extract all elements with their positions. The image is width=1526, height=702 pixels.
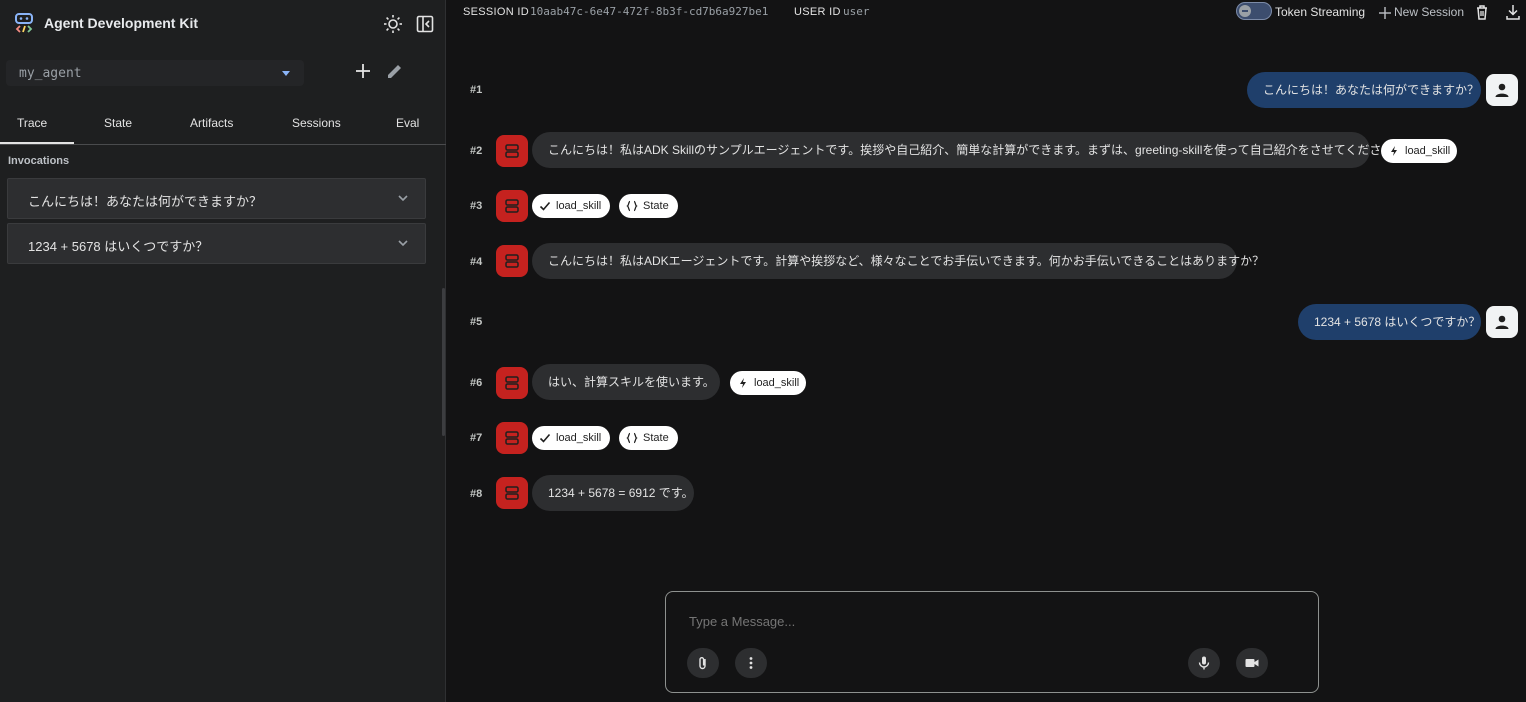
bot-avatar xyxy=(496,367,528,399)
chip-label: load_skill xyxy=(556,432,602,444)
person-icon xyxy=(1495,83,1509,97)
message-number: #2 xyxy=(470,145,483,157)
session-id-label: SESSION ID xyxy=(463,6,529,18)
bot-message-bubble: 1234 + 5678 = 6912 です。 xyxy=(532,475,694,511)
user-avatar xyxy=(1486,74,1518,106)
panel-icon[interactable] xyxy=(415,14,435,34)
robot-icon xyxy=(505,486,519,500)
more-vert-icon xyxy=(749,657,753,669)
invocation-text: こんにちは！あなたは何ができますか？ xyxy=(28,194,263,209)
tab-state[interactable]: State xyxy=(104,116,132,130)
bot-avatar xyxy=(496,135,528,167)
agent-select[interactable]: my_agent xyxy=(6,60,304,86)
plus-icon[interactable] xyxy=(1376,4,1394,22)
bot-avatar xyxy=(496,190,528,222)
bot-avatar xyxy=(496,477,528,509)
braces-icon xyxy=(626,200,638,212)
video-icon xyxy=(1245,659,1259,667)
robot-icon xyxy=(505,199,519,213)
state-chip[interactable]: State xyxy=(619,194,678,218)
message-number: #3 xyxy=(470,200,483,212)
robot-icon xyxy=(505,431,519,445)
user-id-value: user xyxy=(843,5,870,18)
download-icon[interactable] xyxy=(1504,3,1522,21)
tab-artifacts[interactable]: Artifacts xyxy=(190,116,233,130)
person-icon xyxy=(1495,315,1509,329)
chip-label: State xyxy=(643,200,669,212)
bot-message-bubble: こんにちは！私はADK Skillのサンプルエージェントです。挨拶や自己紹介、簡… xyxy=(532,132,1405,168)
tab-eval[interactable]: Eval xyxy=(396,116,419,130)
chip-label: load_skill xyxy=(1405,145,1451,157)
message-number: #1 xyxy=(470,84,483,96)
paperclip-icon xyxy=(699,657,706,670)
agent-select-value: my_agent xyxy=(19,66,82,81)
message-number: #7 xyxy=(470,432,483,444)
tab-trace[interactable]: Trace xyxy=(17,116,47,130)
microphone-button[interactable] xyxy=(1188,648,1220,678)
robot-icon xyxy=(505,254,519,268)
message-number: #6 xyxy=(470,377,483,389)
message-number: #8 xyxy=(470,488,483,500)
trash-icon[interactable] xyxy=(1473,3,1491,21)
app-title: Agent Development Kit xyxy=(44,15,199,31)
bolt-icon xyxy=(740,378,746,388)
pencil-icon[interactable] xyxy=(384,60,406,82)
load-skill-chip[interactable]: load_skill xyxy=(1381,139,1457,163)
braces-icon xyxy=(626,432,638,444)
bot-avatar xyxy=(496,245,528,277)
chip-label: load_skill xyxy=(556,200,602,212)
chip-label: load_skill xyxy=(754,377,800,389)
active-tab-indicator xyxy=(0,142,74,144)
new-session-button[interactable]: New Session xyxy=(1394,5,1464,19)
dropdown-caret-icon xyxy=(282,71,290,76)
load-skill-result-chip[interactable]: load_skill xyxy=(532,426,610,450)
token-streaming-toggle[interactable] xyxy=(1236,2,1272,20)
attach-button[interactable] xyxy=(687,648,719,678)
mic-icon xyxy=(1198,656,1210,670)
robot-icon xyxy=(505,376,519,390)
state-chip[interactable]: State xyxy=(619,426,678,450)
bolt-icon xyxy=(1391,146,1397,156)
bot-avatar xyxy=(496,422,528,454)
toggle-knob xyxy=(1239,5,1251,17)
invocation-item[interactable]: 1234 + 5678 はいくつですか？ xyxy=(7,223,426,264)
message-number: #5 xyxy=(470,316,483,328)
user-message-bubble: 1234 + 5678 はいくつですか？ xyxy=(1298,304,1481,340)
chevron-down-icon xyxy=(398,195,408,202)
user-message-bubble: こんにちは！あなたは何ができますか？ xyxy=(1247,72,1481,108)
sun-icon[interactable] xyxy=(383,14,403,34)
session-id-value: 10aab47c-6e47-472f-8b3f-cd7b6a927be1 xyxy=(530,5,769,18)
user-avatar xyxy=(1486,306,1518,338)
load-skill-result-chip[interactable]: load_skill xyxy=(532,194,610,218)
invocation-item[interactable]: こんにちは！あなたは何ができますか？ xyxy=(7,178,426,219)
sidebar: Agent Development Kit my_agent Trace Sta… xyxy=(0,0,446,702)
message-number: #4 xyxy=(470,256,483,268)
chevron-down-icon xyxy=(398,240,408,247)
tab-sessions[interactable]: Sessions xyxy=(292,116,341,130)
sidebar-resize-handle[interactable] xyxy=(442,288,445,436)
invocations-heading: Invocations xyxy=(8,155,70,167)
video-button[interactable] xyxy=(1236,648,1268,678)
plus-icon[interactable] xyxy=(352,60,374,82)
load-skill-chip[interactable]: load_skill xyxy=(730,371,806,395)
sidebar-header: Agent Development Kit xyxy=(0,0,446,46)
token-streaming-label: Token Streaming xyxy=(1275,5,1366,19)
adk-logo-icon xyxy=(15,13,33,33)
chip-label: State xyxy=(643,432,669,444)
invocation-text: 1234 + 5678 はいくつですか？ xyxy=(28,239,209,254)
bot-message-bubble: はい、計算スキルを使います。 xyxy=(532,364,720,400)
robot-icon xyxy=(505,144,519,158)
bot-message-bubble: こんにちは！私はADKエージェントです。計算や挨拶など、様々なことでお手伝いでき… xyxy=(532,243,1264,279)
check-icon xyxy=(539,433,551,443)
user-id-label: USER ID xyxy=(794,6,841,18)
message-composer xyxy=(665,591,1319,693)
message-input[interactable] xyxy=(687,613,1111,630)
check-icon xyxy=(539,201,551,211)
more-options-button[interactable] xyxy=(735,648,767,678)
sidebar-tabs: Trace State Artifacts Sessions Eval xyxy=(0,106,446,145)
